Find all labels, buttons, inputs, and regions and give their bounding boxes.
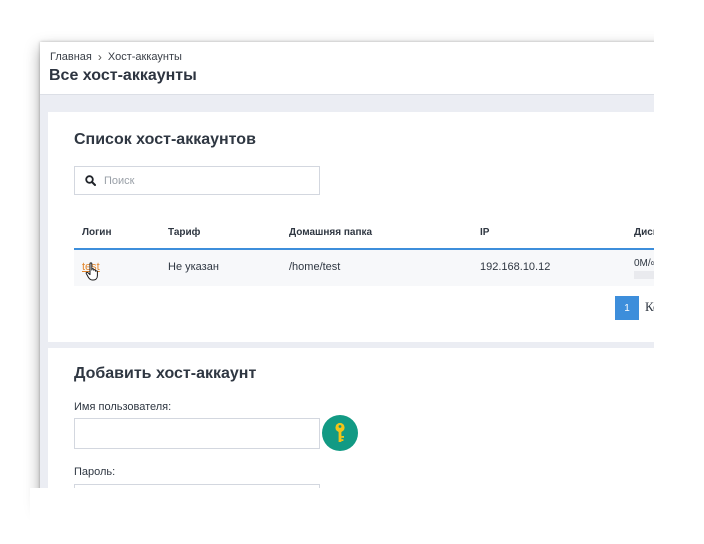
host-accounts-list-card: Список хост-аккаунтов Логин Тариф Домашн… — [48, 112, 668, 342]
add-host-account-card: Добавить хост-аккаунт Имя пользователя: … — [48, 348, 668, 504]
page-header: Главная › Хост-аккаунты Все хост-аккаунт… — [40, 42, 668, 95]
plan-cell: Не указан — [168, 261, 219, 273]
search-icon — [85, 175, 96, 186]
pagination-page-1[interactable]: 1 — [615, 296, 639, 320]
username-label: Имя пользователя: — [74, 401, 172, 413]
username-input[interactable] — [74, 418, 320, 449]
hand-cursor-icon — [85, 262, 98, 281]
list-card-title: Список хост-аккаунтов — [74, 131, 256, 148]
torn-edge-bottom — [30, 488, 690, 528]
column-header-home[interactable]: Домашняя папка — [289, 227, 372, 238]
breadcrumb-home-link[interactable]: Главная — [50, 51, 92, 63]
column-header-ip[interactable]: IP — [480, 227, 489, 238]
breadcrumb: Главная › Хост-аккаунты — [50, 50, 182, 64]
breadcrumb-current: Хост-аккаунты — [107, 51, 182, 63]
column-header-login[interactable]: Логин — [82, 227, 111, 238]
add-card-title: Добавить хост-аккаунт — [74, 365, 257, 382]
generate-username-button[interactable] — [322, 415, 358, 451]
home-folder-cell: /home/test — [289, 261, 341, 273]
breadcrumb-separator: › — [97, 50, 102, 64]
column-header-plan[interactable]: Тариф — [168, 227, 200, 238]
page-title: Все хост-аккаунты — [49, 67, 197, 84]
app-window: Главная › Хост-аккаунты Все хост-аккаунт… — [40, 42, 668, 504]
search-box[interactable] — [74, 166, 320, 195]
ip-cell: 192.168.10.12 — [480, 261, 551, 273]
table-header: Логин Тариф Домашняя папка IP Диск — [74, 220, 668, 250]
password-label: Пароль: — [74, 466, 116, 478]
torn-edge-right — [654, 30, 694, 520]
key-icon — [335, 422, 345, 442]
search-input[interactable] — [104, 174, 294, 187]
table-row: test Не указан /home/test 192.168.10.12 … — [74, 250, 668, 286]
